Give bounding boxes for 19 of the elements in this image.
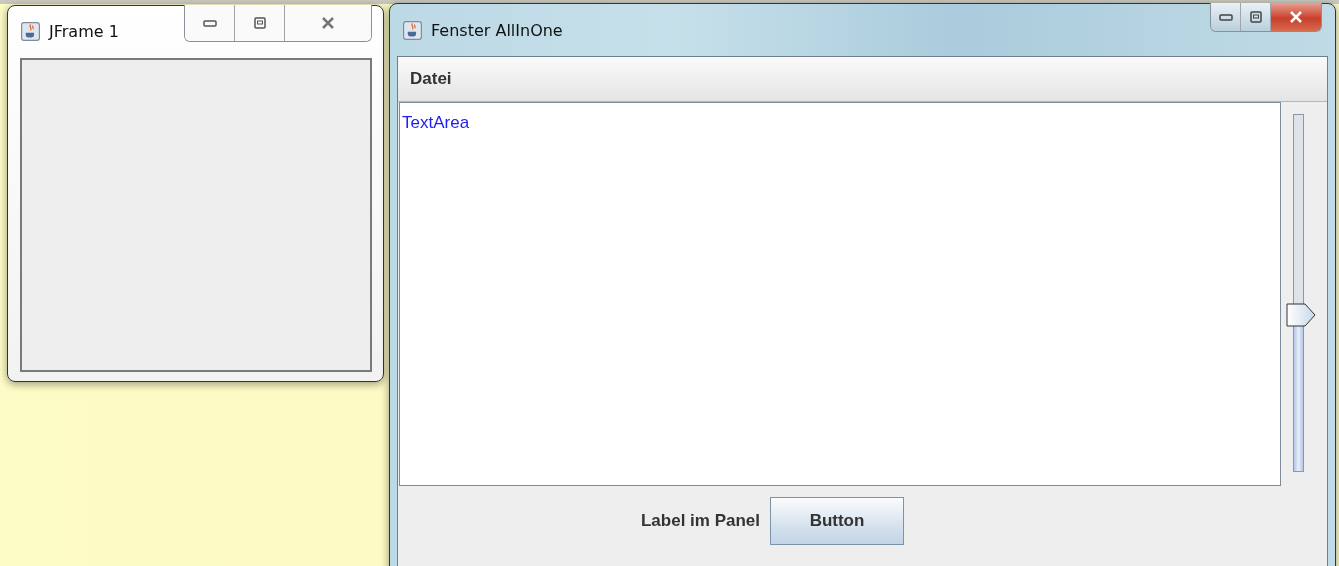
close-icon — [321, 17, 335, 29]
maximize-button[interactable] — [1241, 3, 1271, 31]
minimize-icon — [202, 19, 217, 27]
close-button[interactable] — [1271, 3, 1321, 31]
panel-button[interactable]: Button — [770, 497, 904, 545]
slider-thumb[interactable] — [1286, 303, 1316, 328]
maximize-icon — [253, 17, 266, 29]
window-title: Fenster AllInOne — [431, 20, 563, 40]
maximize-icon — [1249, 11, 1262, 23]
minimize-button[interactable] — [1211, 3, 1241, 31]
coffee-cup-icon — [21, 21, 40, 41]
text-area[interactable]: TextArea — [399, 102, 1281, 486]
window-title: JFrame 1 — [49, 21, 119, 41]
coffee-cup-icon — [403, 20, 422, 40]
panel-label: Label im Panel — [640, 511, 760, 531]
text-area-text: TextArea — [401, 112, 471, 133]
minimize-icon — [1218, 13, 1233, 21]
menu-item[interactable]: Datei — [398, 69, 464, 89]
close-icon — [1289, 11, 1303, 23]
